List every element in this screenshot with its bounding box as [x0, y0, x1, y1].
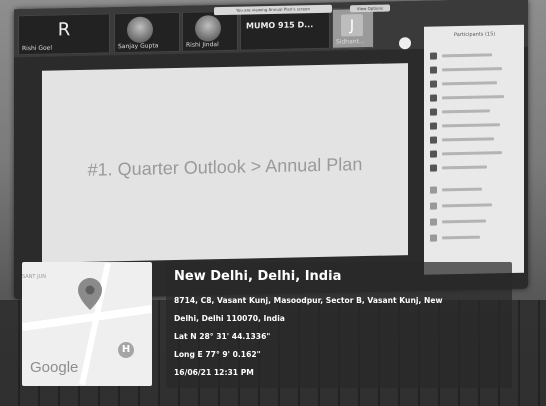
- participant-row[interactable]: [430, 121, 516, 130]
- avatar: [430, 186, 437, 194]
- participant-tile-1[interactable]: R Rishi Goel: [18, 13, 110, 56]
- slide-title: #1. Quarter Outlook > Annual Plan: [87, 154, 363, 180]
- panel-title: Participants (15): [454, 31, 496, 39]
- participant-row-text: [442, 95, 504, 100]
- participant-row[interactable]: [430, 163, 516, 172]
- view-options-button[interactable]: View Options: [350, 4, 390, 13]
- participant-row-text: [442, 151, 502, 156]
- participant-row[interactable]: [430, 135, 516, 144]
- avatar: [430, 122, 437, 130]
- participant-row-text: [442, 67, 502, 72]
- participant-tile-5[interactable]: J Sidhant...: [332, 7, 374, 49]
- participant-tile-3[interactable]: Rishi Jindal: [182, 10, 238, 52]
- avatar: [430, 234, 437, 242]
- participant-row[interactable]: [430, 233, 516, 242]
- google-logo: Google: [30, 359, 79, 376]
- address-line-1: 8714, C8, Vasant Kunj, Masoodpur, Sector…: [174, 296, 443, 305]
- person-video: [195, 15, 221, 42]
- participant-row-text: [442, 165, 487, 170]
- participant-row-text: [442, 235, 480, 240]
- participant-row[interactable]: [430, 149, 516, 158]
- participant-row[interactable]: [430, 217, 516, 226]
- avatar: [430, 202, 437, 210]
- avatar: [430, 80, 437, 88]
- avatar: [430, 66, 437, 74]
- participant-row-text: [442, 109, 490, 114]
- participant-row[interactable]: [430, 93, 516, 102]
- participant-row-text: [442, 123, 500, 128]
- participant-name: Sidhant...: [336, 38, 365, 46]
- participant-row[interactable]: [430, 51, 516, 60]
- participant-label: MUMO 915 D...: [246, 20, 314, 31]
- avatar: [430, 136, 437, 144]
- map-area-label: SANT JUN: [22, 274, 46, 280]
- shared-slide: #1. Quarter Outlook > Annual Plan: [42, 63, 408, 263]
- laptop-screen: R Rishi Goel Sanjay Gupta Rishi Jindal M…: [14, 0, 528, 300]
- participant-initial: R: [57, 19, 71, 41]
- participant-row-text: [442, 187, 482, 192]
- avatar: [430, 108, 437, 116]
- avatar: [430, 164, 437, 172]
- participant-row[interactable]: [430, 79, 516, 88]
- participant-row-text: [442, 53, 492, 58]
- map-thumbnail: SANT JUN H Google: [22, 262, 152, 386]
- location-overlay: New Delhi, Delhi, India 8714, C8, Vasant…: [166, 262, 512, 388]
- participant-tile-2[interactable]: Sanjay Gupta: [114, 11, 180, 54]
- participant-row[interactable]: [430, 185, 516, 194]
- latitude: Lat N 28° 31' 44.1336": [174, 332, 271, 341]
- avatar: [430, 150, 437, 158]
- avatar: [430, 218, 437, 226]
- participant-name: Rishi Goel: [22, 44, 53, 53]
- participant-tile-4[interactable]: MUMO 915 D...: [240, 8, 330, 51]
- datetime: 16/06/21 12:31 PM: [174, 368, 254, 377]
- location-pin-icon: [78, 278, 102, 310]
- longitude: Long E 77° 9' 0.162": [174, 350, 261, 359]
- participant-row-text: [442, 219, 486, 224]
- participant-row[interactable]: [430, 65, 516, 74]
- participant-row-text: [442, 137, 494, 142]
- participant-name: Rishi Jindal: [186, 41, 219, 49]
- participant-row[interactable]: [430, 107, 516, 116]
- participants-panel: Participants (15): [424, 24, 524, 275]
- avatar: [430, 94, 437, 102]
- location-title: New Delhi, Delhi, India: [174, 269, 342, 284]
- participant-row-text: [442, 203, 492, 208]
- avatar: [430, 52, 437, 60]
- participant-row[interactable]: [430, 201, 516, 210]
- record-icon[interactable]: [399, 37, 411, 50]
- person-video: [127, 16, 153, 44]
- participant-name: Sanjay Gupta: [118, 42, 159, 51]
- participant-row-text: [442, 81, 497, 86]
- address-line-2: Delhi, Delhi 110070, India: [174, 314, 285, 323]
- photo: R Rishi Goel Sanjay Gupta Rishi Jindal M…: [0, 0, 546, 406]
- participant-initial: J: [341, 14, 363, 37]
- hotel-marker-icon: H: [118, 342, 134, 358]
